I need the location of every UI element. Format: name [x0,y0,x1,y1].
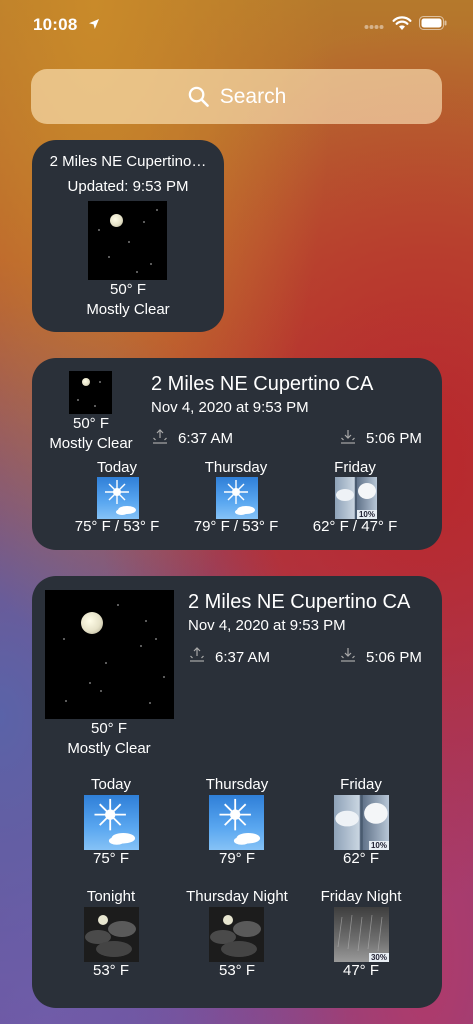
status-time: 10:08 [33,15,78,34]
large-sunrise: 6:37 AM [215,649,271,666]
partly-cloudy-night-icon [84,907,139,962]
forecast-item: Today 75° F [51,776,171,867]
large-date: Nov 4, 2020 at 9:53 PM [188,617,346,634]
precip-chance: 10% [356,510,377,519]
large-condition: Mostly Clear [67,740,151,757]
sunrise-icon [153,429,167,444]
location-arrow-icon [89,19,99,29]
medium-sunset: 5:06 PM [366,430,422,447]
weather-widget-small[interactable]: 2 Miles NE Cupertino… Updated: 9:53 PM 5… [32,140,224,332]
sunny-icon [84,795,139,850]
weather-widget-large[interactable]: 50° F Mostly Clear 2 Miles NE Cupertino … [32,576,442,1008]
medium-sunrise: 6:37 AM [178,430,234,447]
forecast-day: Tonight [86,888,136,905]
medium-temp: 50° F [72,415,109,432]
forecast-item: Friday 10% 62° F / 47° F [295,459,415,535]
precip-chance: 10% [368,841,389,850]
forecast-item: Friday 10% 62° F [301,776,421,867]
sunny-icon [216,477,258,519]
clear-night-icon [45,590,174,719]
status-bar: 10:08 [0,0,473,50]
forecast-item: Tonight 53° F [51,888,171,979]
sunrise-icon [190,647,204,662]
battery-icon [419,16,447,30]
forecast-item: Thursday 79° F / 53° F [176,459,296,535]
forecast-day: Thursday Night [186,888,288,905]
sunny-icon [209,795,264,850]
small-location: 2 Miles NE Cupertino… [49,153,207,170]
clear-night-icon [69,371,112,414]
sunset-icon [341,430,355,444]
forecast-day: Thursday [204,459,268,476]
forecast-temp: 53° F [218,962,255,979]
forecast-day: Friday [334,459,376,476]
small-temp: 50° F [109,281,146,298]
small-updated: Updated: 9:53 PM [67,178,189,195]
forecast-day: Thursday [205,776,269,793]
forecast-day: Today [90,776,132,793]
small-condition: Mostly Clear [86,301,170,318]
search-bar[interactable]: Search [31,69,442,124]
forecast-temps: 62° F / 47° F [312,518,398,535]
forecast-item: Thursday 79° F [177,776,297,867]
forecast-day: Friday [340,776,382,793]
large-temp: 50° F [90,720,127,737]
cellular-signal-icon [364,25,384,29]
cloudy-icon: 10% [335,477,377,519]
medium-date: Nov 4, 2020 at 9:53 PM [151,399,309,416]
forecast-day: Today [96,459,138,476]
clear-night-icon [88,201,167,280]
forecast-item: Today 75° F / 53° F [57,459,177,535]
forecast-day: Friday Night [320,888,402,905]
forecast-temps: 75° F / 53° F [74,518,160,535]
forecast-temps: 79° F / 53° F [193,518,279,535]
forecast-item: Friday Night 30% 47° F [301,888,421,979]
cloudy-icon: 10% [334,795,389,850]
forecast-temp: 75° F [92,850,129,867]
forecast-temp: 53° F [92,962,129,979]
rain-icon: 30% [334,907,389,962]
sunny-icon [97,477,139,519]
forecast-temp: 62° F [342,850,379,867]
partly-cloudy-night-icon [209,907,264,962]
medium-condition: Mostly Clear [49,435,133,452]
search-placeholder: Search [219,84,287,108]
forecast-temp: 47° F [342,962,379,979]
sunset-icon [341,648,355,662]
forecast-temp: 79° F [218,850,255,867]
wifi-icon [392,16,412,30]
large-location: 2 Miles NE Cupertino CA [188,591,411,613]
weather-widget-medium[interactable]: 50° F Mostly Clear 2 Miles NE Cupertino … [32,358,442,550]
medium-location: 2 Miles NE Cupertino CA [151,373,374,395]
precip-chance: 30% [368,953,389,962]
forecast-item: Thursday Night 53° F [177,888,297,979]
search-icon [188,86,209,107]
large-sunset: 5:06 PM [366,649,422,666]
